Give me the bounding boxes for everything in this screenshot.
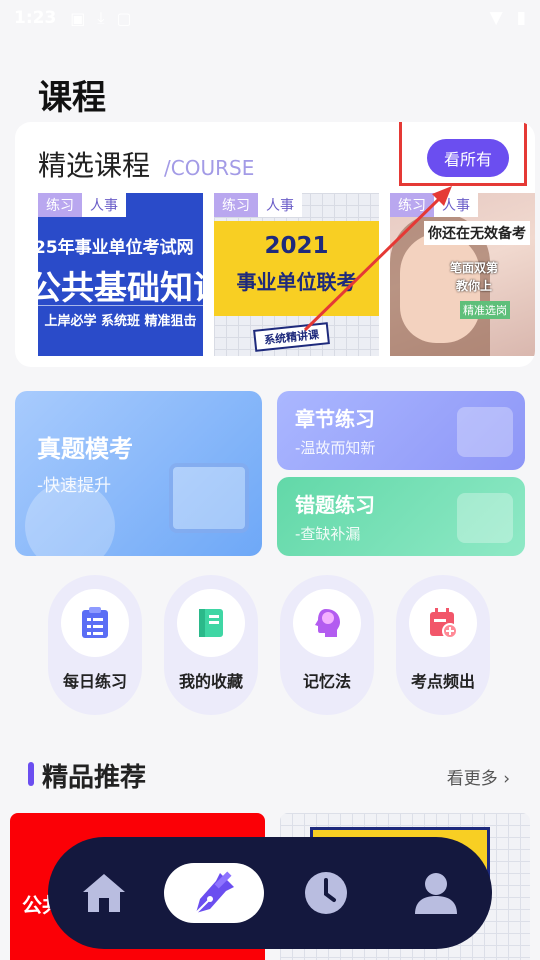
courses-header: 精选课程 /COURSE bbox=[38, 144, 254, 184]
my-favorites-label: 我的收藏 bbox=[178, 672, 243, 691]
tag-personnel: 人事 bbox=[258, 193, 302, 217]
see-more-label: 看更多 bbox=[446, 769, 498, 789]
recommend-title: 精品推荐 bbox=[42, 763, 147, 793]
section-accent-bar bbox=[28, 762, 34, 786]
calendar-plus-icon bbox=[409, 589, 477, 657]
brain-head-icon bbox=[293, 589, 361, 657]
featured-courses-card: 精选课程 /COURSE 看所有 练习 人事 25年事业单位考试网 公共基础知识… bbox=[15, 122, 535, 367]
memory-method-label: 记忆法 bbox=[302, 672, 351, 691]
tag-personnel: 人事 bbox=[434, 193, 478, 217]
course-1-heading: 25年事业单位考试网 bbox=[38, 238, 194, 258]
mock-exam-title: 真题模考 bbox=[37, 435, 133, 463]
wrong-questions-title: 错题练习 bbox=[295, 493, 375, 517]
chapter-practice-tile[interactable]: 章节练习 -温故而知新 bbox=[277, 391, 525, 470]
courses-title: 精选课程 bbox=[38, 149, 151, 182]
course-tags: 练习 人事 bbox=[38, 193, 126, 217]
android-icon: ▢ bbox=[116, 8, 132, 28]
clipboard-list-icon bbox=[61, 589, 129, 657]
chevron-right-icon: › bbox=[503, 769, 510, 789]
chapter-practice-subtitle: -温故而知新 bbox=[295, 439, 376, 457]
wrong-questions-subtitle: -查缺补漏 bbox=[295, 525, 361, 543]
course-1-title: 公共基础知识 bbox=[38, 268, 203, 307]
home-icon[interactable] bbox=[72, 861, 136, 925]
course-thumbnail-1[interactable]: 练习 人事 25年事业单位考试网 公共基础知识 上岸必学 系统班 精准狙击 bbox=[38, 193, 203, 356]
frequent-topics-button[interactable]: 考点频出 bbox=[396, 575, 490, 715]
my-favorites-button[interactable]: 我的收藏 bbox=[164, 575, 258, 715]
status-time: 1:23 bbox=[14, 8, 57, 28]
tag-practice: 练习 bbox=[214, 193, 258, 217]
tag-practice: 练习 bbox=[390, 193, 434, 217]
tag-practice: 练习 bbox=[38, 193, 82, 217]
chart-board-icon bbox=[169, 463, 249, 533]
course-3-caption-3: 教你上 bbox=[456, 279, 493, 293]
page-title: 课程 bbox=[38, 78, 106, 118]
see-more-link[interactable]: 看更多 › bbox=[447, 764, 510, 789]
mock-exam-tile[interactable]: 真题模考 -快速提升 bbox=[15, 391, 262, 556]
course-2-year: 2021 bbox=[264, 233, 329, 259]
battery-icon: ▮ bbox=[516, 8, 526, 28]
courses-subtitle: /COURSE bbox=[164, 156, 255, 180]
daily-practice-label: 每日练习 bbox=[62, 672, 127, 691]
course-3-caption-4: 精准选岗 bbox=[460, 301, 510, 319]
course-3-caption-2: 笔面双第 bbox=[450, 261, 499, 275]
edit-card-icon bbox=[457, 407, 513, 457]
status-bar: 1:23 ▣ ⤓ ▢ ▼ ▮ bbox=[0, 0, 540, 36]
pen-icon[interactable] bbox=[182, 861, 246, 925]
memory-method-button[interactable]: 记忆法 bbox=[280, 575, 374, 715]
course-tags: 练习 人事 bbox=[390, 193, 478, 217]
course-1-tagline: 上岸必学 系统班 精准狙击 bbox=[38, 305, 203, 329]
course-3-caption: 你还在无效备考 bbox=[424, 221, 530, 245]
course-thumbnail-2[interactable]: 练习 人事 2021 事业单位联考 系统精讲课 bbox=[214, 193, 379, 356]
chapter-practice-title: 章节练习 bbox=[295, 407, 375, 431]
tag-personnel: 人事 bbox=[82, 193, 126, 217]
wrong-questions-tile[interactable]: 错题练习 -查缺补漏 bbox=[277, 477, 525, 556]
bookmark-book-icon bbox=[177, 589, 245, 657]
course-thumbnail-3[interactable]: 练习 人事 你还在无效备考 笔面双第 教你上 精准选岗 bbox=[390, 193, 535, 356]
image-icon: ▣ bbox=[70, 8, 86, 28]
notebook-x-icon bbox=[457, 493, 513, 543]
wifi-icon: ▼ bbox=[489, 8, 503, 28]
download-icon: ⤓ bbox=[97, 8, 105, 27]
daily-practice-button[interactable]: 每日练习 bbox=[48, 575, 142, 715]
course-2-badge: 系统精讲课 bbox=[253, 322, 330, 352]
highlight-annotation-box bbox=[399, 122, 527, 186]
course-tags: 练习 人事 bbox=[214, 193, 302, 217]
user-icon[interactable] bbox=[404, 861, 468, 925]
bottom-navigation bbox=[48, 837, 492, 949]
course-2-title: 事业单位联考 bbox=[236, 270, 357, 294]
mock-exam-subtitle: -快速提升 bbox=[37, 476, 112, 496]
clock-icon[interactable] bbox=[294, 861, 358, 925]
frequent-topics-label: 考点频出 bbox=[410, 672, 475, 691]
